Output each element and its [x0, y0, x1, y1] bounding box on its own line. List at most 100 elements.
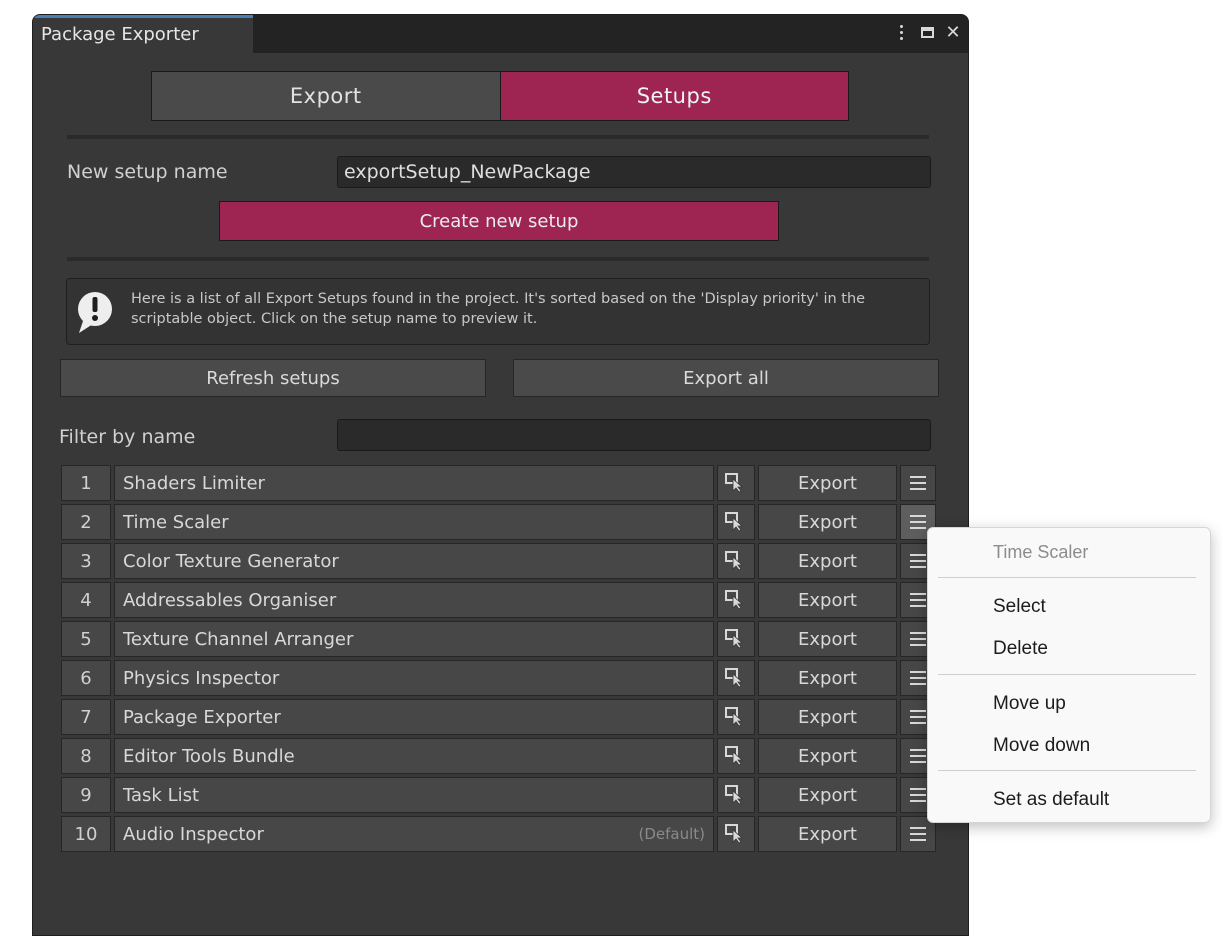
maximize-icon[interactable] [918, 21, 936, 43]
refresh-setups-button[interactable]: Refresh setups [60, 359, 486, 397]
menu-item-set-as-default[interactable]: Set as default [993, 789, 1109, 811]
setup-name-label: Task List [123, 784, 200, 806]
tab-setups[interactable]: Setups [499, 72, 848, 120]
table-row: 5 Texture Channel Arranger Export [61, 621, 941, 657]
select-object-icon[interactable] [717, 816, 755, 852]
create-new-setup-button[interactable]: Create new setup [219, 201, 779, 241]
export-button[interactable]: Export [758, 660, 897, 696]
context-menu: Time Scaler Select Delete Move up Move d… [927, 527, 1211, 823]
info-text: Here is a list of all Export Setups foun… [131, 291, 866, 327]
default-tag: (Default) [638, 825, 705, 843]
select-object-icon[interactable] [717, 543, 755, 579]
select-object-icon[interactable] [717, 660, 755, 696]
setup-name-button[interactable]: Texture Channel Arranger [114, 621, 714, 657]
row-number: 2 [61, 504, 111, 540]
setup-name-button[interactable]: Color Texture Generator [114, 543, 714, 579]
hamburger-icon [910, 788, 926, 802]
export-all-button[interactable]: Export all [513, 359, 939, 397]
setup-name-label: Package Exporter [123, 706, 281, 728]
setup-name-button[interactable]: Physics Inspector [114, 660, 714, 696]
setup-name-button[interactable]: Audio Inspector (Default) [114, 816, 714, 852]
hamburger-icon [910, 827, 926, 841]
row-number: 8 [61, 738, 111, 774]
table-row: 6 Physics Inspector Export [61, 660, 941, 696]
select-object-icon[interactable] [717, 582, 755, 618]
export-button[interactable]: Export [758, 738, 897, 774]
select-object-icon[interactable] [717, 621, 755, 657]
row-number: 5 [61, 621, 111, 657]
menu-item-move-down[interactable]: Move down [993, 735, 1090, 757]
setup-name-label: Editor Tools Bundle [123, 745, 295, 767]
row-number: 4 [61, 582, 111, 618]
table-row: 10 Audio Inspector (Default) Export [61, 816, 941, 852]
hamburger-icon [910, 710, 926, 724]
setup-name-label: Physics Inspector [123, 667, 280, 689]
row-number: 3 [61, 543, 111, 579]
export-button[interactable]: Export [758, 582, 897, 618]
package-exporter-window: Package Exporter ✕ Export Setups New set… [32, 14, 969, 936]
hamburger-icon [910, 476, 926, 490]
more-options-icon[interactable] [892, 21, 910, 43]
window-tab[interactable]: Package Exporter [33, 15, 253, 53]
row-number: 1 [61, 465, 111, 501]
row-menu-button[interactable] [900, 465, 936, 501]
hamburger-icon [910, 749, 926, 763]
export-button[interactable]: Export [758, 465, 897, 501]
info-help-box: Here is a list of all Export Setups foun… [66, 278, 930, 345]
title-bar: Package Exporter ✕ [33, 15, 968, 53]
menu-item-select[interactable]: Select [993, 596, 1046, 618]
hamburger-icon [910, 671, 926, 685]
setup-name-label: Time Scaler [123, 511, 229, 533]
menu-divider [938, 674, 1196, 675]
menu-item-delete[interactable]: Delete [993, 638, 1048, 660]
export-button[interactable]: Export [758, 816, 897, 852]
table-row: 3 Color Texture Generator Export [61, 543, 941, 579]
context-menu-header: Time Scaler [993, 542, 1089, 562]
export-button[interactable]: Export [758, 777, 897, 813]
setup-name-label: Texture Channel Arranger [123, 628, 354, 650]
warning-bubble-icon [78, 292, 112, 333]
select-object-icon[interactable] [717, 465, 755, 501]
table-row: 4 Addressables Organiser Export [61, 582, 941, 618]
hamburger-icon [910, 593, 926, 607]
divider [67, 135, 929, 139]
setup-name-label: Audio Inspector [123, 823, 264, 845]
hamburger-icon [910, 515, 926, 529]
filter-by-name-input[interactable] [337, 419, 931, 451]
select-object-icon[interactable] [717, 738, 755, 774]
setup-name-button[interactable]: Time Scaler [114, 504, 714, 540]
mode-tabs: Export Setups [151, 71, 849, 121]
select-object-icon[interactable] [717, 777, 755, 813]
table-row: 1 Shaders Limiter Export [61, 465, 941, 501]
export-button[interactable]: Export [758, 699, 897, 735]
export-button[interactable]: Export [758, 543, 897, 579]
export-button[interactable]: Export [758, 621, 897, 657]
setup-name-label: Addressables Organiser [123, 589, 337, 611]
divider [67, 257, 929, 261]
setup-name-button[interactable]: Addressables Organiser [114, 582, 714, 618]
hamburger-icon [910, 554, 926, 568]
select-object-icon[interactable] [717, 504, 755, 540]
row-number: 10 [61, 816, 111, 852]
new-setup-name-label: New setup name [67, 161, 228, 183]
setup-name-button[interactable]: Package Exporter [114, 699, 714, 735]
menu-divider [938, 577, 1196, 578]
menu-item-move-up[interactable]: Move up [993, 693, 1066, 715]
new-setup-name-input[interactable]: exportSetup_NewPackage [337, 156, 931, 188]
window-controls: ✕ [892, 21, 962, 43]
close-icon[interactable]: ✕ [944, 21, 962, 43]
table-row: 9 Task List Export [61, 777, 941, 813]
setup-name-button[interactable]: Shaders Limiter [114, 465, 714, 501]
setup-name-button[interactable]: Task List [114, 777, 714, 813]
row-number: 7 [61, 699, 111, 735]
hamburger-icon [910, 632, 926, 646]
filter-by-name-label: Filter by name [59, 426, 196, 448]
table-row: 8 Editor Tools Bundle Export [61, 738, 941, 774]
menu-divider [938, 770, 1196, 771]
export-button[interactable]: Export [758, 504, 897, 540]
table-row: 2 Time Scaler Export [61, 504, 941, 540]
setup-name-label: Color Texture Generator [123, 550, 339, 572]
setup-name-button[interactable]: Editor Tools Bundle [114, 738, 714, 774]
select-object-icon[interactable] [717, 699, 755, 735]
tab-export[interactable]: Export [152, 72, 500, 120]
